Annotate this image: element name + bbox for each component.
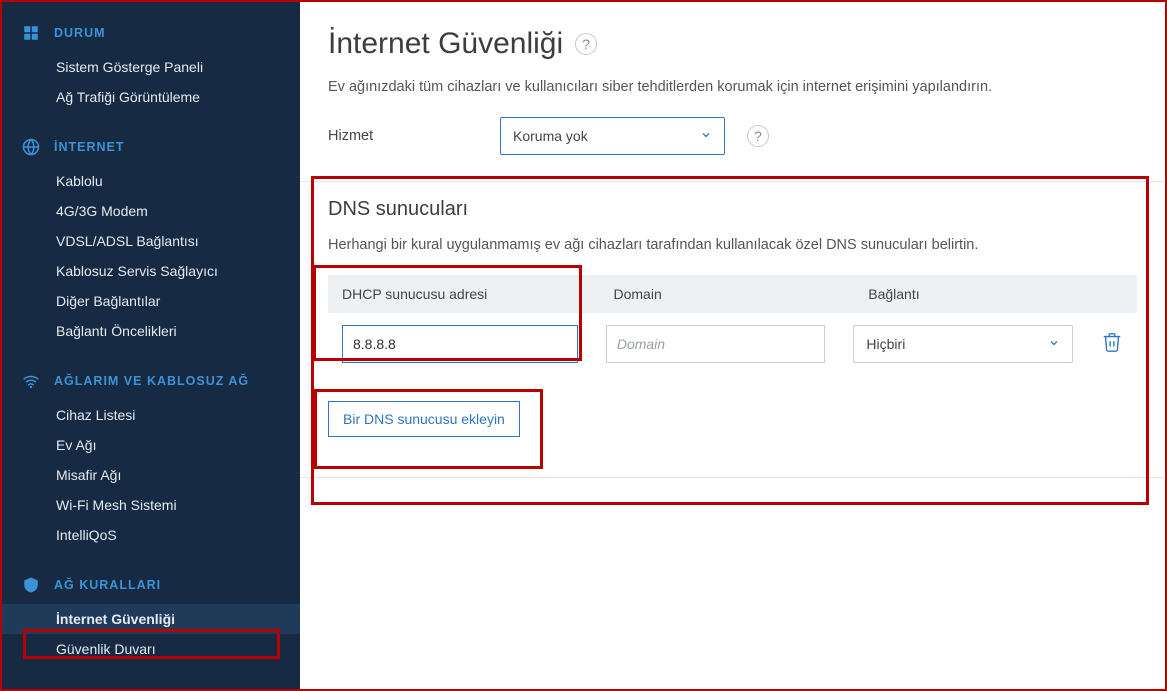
sidebar-item-ag-trafigi[interactable]: Ağ Trafiği Görüntüleme bbox=[2, 82, 300, 112]
add-dns-button[interactable]: Bir DNS sunucusu ekleyin bbox=[328, 401, 520, 437]
connection-select-value: Hiçbiri bbox=[866, 336, 905, 352]
section-header: İnternet Güvenliği ? Ev ağınızdaki tüm c… bbox=[300, 2, 1165, 182]
menu-section-title: AĞ KURALLARI bbox=[54, 578, 161, 592]
service-select[interactable]: Koruma yok bbox=[500, 117, 725, 155]
sidebar-item-guvenlik-duvari[interactable]: Güvenlik Duvarı bbox=[2, 634, 300, 664]
main-content: İnternet Güvenliği ? Ev ağınızdaki tüm c… bbox=[300, 2, 1165, 689]
sidebar-item-diger-bagl[interactable]: Diğer Bağlantılar bbox=[2, 286, 300, 316]
delete-icon[interactable] bbox=[1101, 331, 1123, 358]
globe-icon bbox=[22, 138, 40, 156]
sidebar-item-kablolu[interactable]: Kablolu bbox=[2, 166, 300, 196]
chevron-down-icon bbox=[700, 128, 712, 144]
domain-input[interactable] bbox=[606, 325, 826, 363]
dhcp-address-input[interactable] bbox=[342, 325, 578, 363]
sidebar-item-internet-guvenligi[interactable]: İnternet Güvenliği bbox=[2, 604, 300, 634]
dns-hint: Herhangi bir kural uygulanmamış ev ağı c… bbox=[328, 237, 1137, 253]
section-dns: DNS sunucuları Herhangi bir kural uygula… bbox=[300, 182, 1165, 478]
menu-section-header-rules[interactable]: AĞ KURALLARI bbox=[2, 572, 300, 604]
sidebar-item-kablosuz-servis[interactable]: Kablosuz Servis Sağlayıcı bbox=[2, 256, 300, 286]
dashboard-icon bbox=[22, 24, 40, 42]
menu-section-wireless: AĞLARIM VE KABLOSUZ AĞ Cihaz Listesi Ev … bbox=[2, 368, 300, 550]
help-icon[interactable]: ? bbox=[747, 125, 769, 147]
menu-section-title: DURUM bbox=[54, 26, 106, 40]
service-label: Hizmet bbox=[328, 128, 500, 144]
menu-section-title: AĞLARIM VE KABLOSUZ AĞ bbox=[54, 374, 249, 388]
sidebar-item-sistem-gosterge[interactable]: Sistem Gösterge Paneli bbox=[2, 52, 300, 82]
dns-table: DHCP sunucusu adresi Domain Bağlantı Hiç… bbox=[328, 275, 1137, 375]
sidebar-item-baglanti-oncelik[interactable]: Bağlantı Öncelikleri bbox=[2, 316, 300, 346]
table-row: Hiçbiri bbox=[328, 313, 1137, 375]
shield-icon bbox=[22, 576, 40, 594]
sidebar-item-vdsl[interactable]: VDSL/ADSL Bağlantısı bbox=[2, 226, 300, 256]
service-row: Hizmet Koruma yok ? bbox=[328, 117, 1137, 155]
sidebar: DURUM Sistem Gösterge Paneli Ağ Trafiği … bbox=[2, 2, 300, 689]
th-domain: Domain bbox=[600, 275, 855, 313]
wifi-icon bbox=[22, 372, 40, 390]
sidebar-item-intelliqos[interactable]: IntelliQoS bbox=[2, 520, 300, 550]
sidebar-item-misafir-agi[interactable]: Misafir Ağı bbox=[2, 460, 300, 490]
sidebar-item-cihaz-listesi[interactable]: Cihaz Listesi bbox=[2, 400, 300, 430]
connection-select[interactable]: Hiçbiri bbox=[853, 325, 1073, 363]
page-title: İnternet Güvenliği ? bbox=[328, 27, 1137, 61]
th-dhcp: DHCP sunucusu adresi bbox=[328, 275, 600, 313]
chevron-down-icon bbox=[1048, 336, 1060, 352]
menu-section-header-internet[interactable]: İNTERNET bbox=[2, 134, 300, 166]
menu-section-rules: AĞ KURALLARI İnternet Güvenliği Güvenlik… bbox=[2, 572, 300, 664]
service-select-value: Koruma yok bbox=[513, 128, 588, 144]
menu-section-header-status[interactable]: DURUM bbox=[2, 20, 300, 52]
page-subtitle: Ev ağınızdaki tüm cihazları ve kullanıcı… bbox=[328, 79, 1137, 95]
menu-section-status: DURUM Sistem Gösterge Paneli Ağ Trafiği … bbox=[2, 20, 300, 112]
dns-title: DNS sunucuları bbox=[328, 198, 1137, 221]
sidebar-item-ev-agi[interactable]: Ev Ağı bbox=[2, 430, 300, 460]
menu-section-title: İNTERNET bbox=[54, 140, 125, 154]
sidebar-item-mesh[interactable]: Wi-Fi Mesh Sistemi bbox=[2, 490, 300, 520]
table-header: DHCP sunucusu adresi Domain Bağlantı bbox=[328, 275, 1137, 313]
menu-section-internet: İNTERNET Kablolu 4G/3G Modem VDSL/ADSL B… bbox=[2, 134, 300, 346]
page-title-text: İnternet Güvenliği bbox=[328, 27, 563, 61]
help-icon[interactable]: ? bbox=[575, 33, 597, 55]
th-conn: Bağlantı bbox=[854, 275, 1109, 313]
sidebar-item-4g3g[interactable]: 4G/3G Modem bbox=[2, 196, 300, 226]
menu-section-header-wireless[interactable]: AĞLARIM VE KABLOSUZ AĞ bbox=[2, 368, 300, 400]
